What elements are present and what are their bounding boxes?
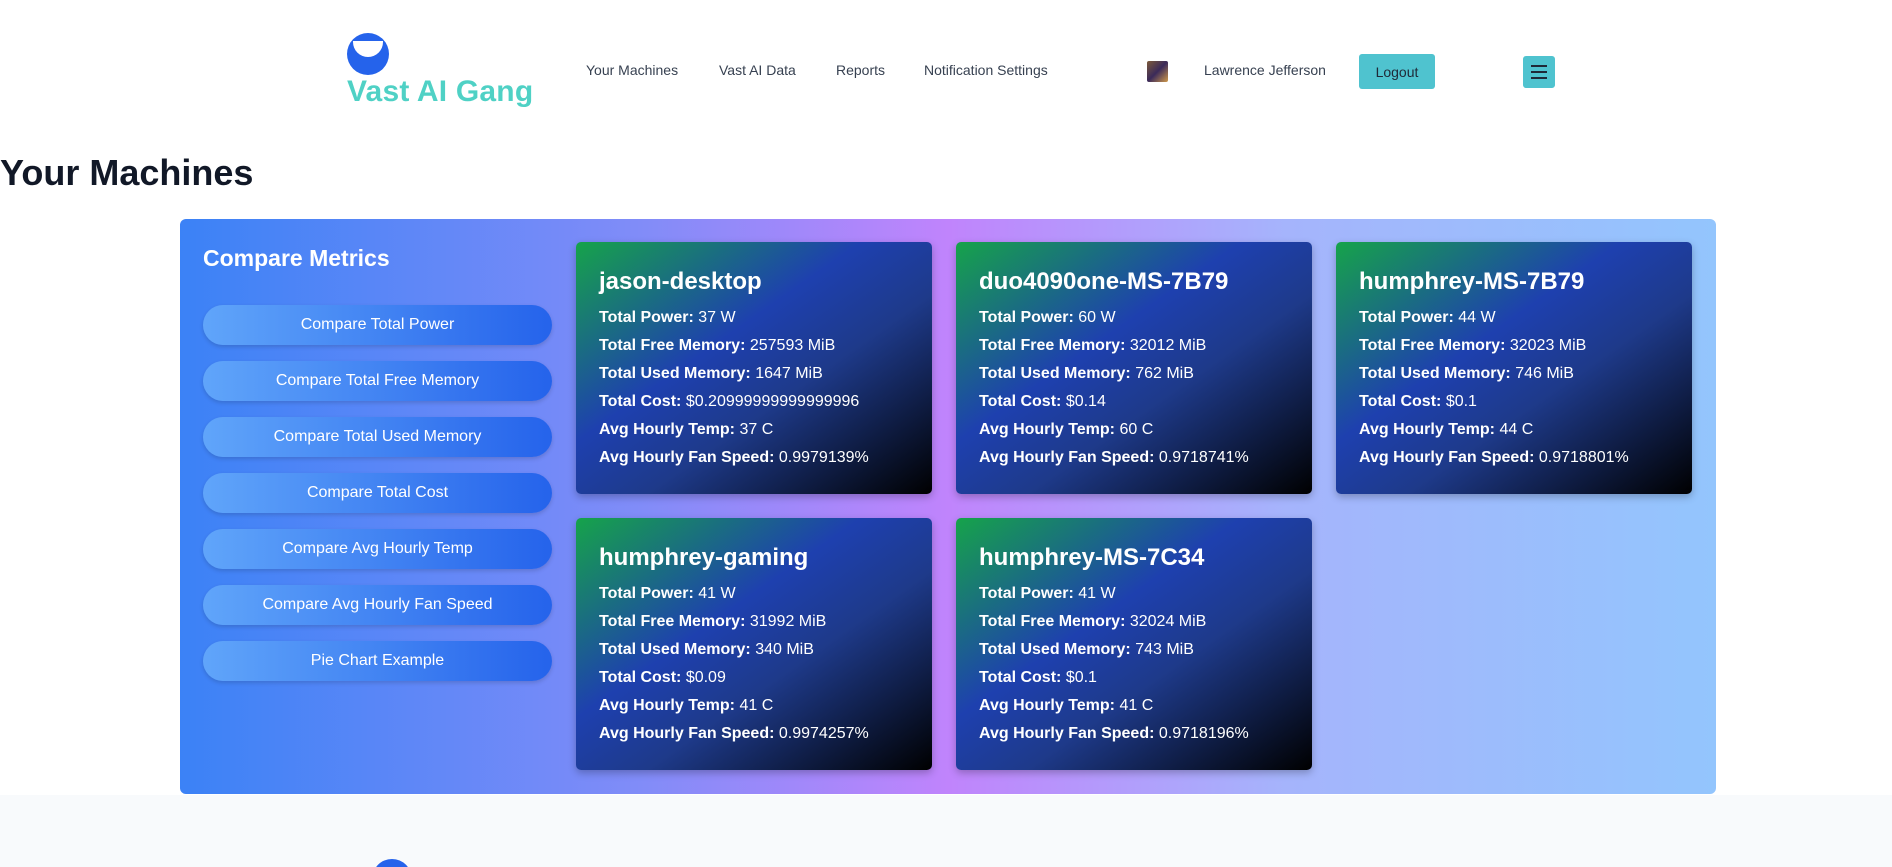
metric-total-used-memory: Total Used Memory: 743 MiB xyxy=(979,641,1194,658)
compare-metrics-title: Compare Metrics xyxy=(203,245,390,271)
metric-total-used-memory: Total Used Memory: 746 MiB xyxy=(1359,365,1574,382)
machine-name: humphrey-MS-7B79 xyxy=(1359,268,1585,295)
compare-total-power-button[interactable]: Compare Total Power xyxy=(203,305,552,345)
machine-card[interactable]: duo4090one-MS-7B79 Total Power: 60 W Tot… xyxy=(956,242,1312,494)
footer xyxy=(0,795,1892,867)
metric-total-used-memory: Total Used Memory: 762 MiB xyxy=(979,365,1194,382)
metric-avg-hourly-fan-speed: Avg Hourly Fan Speed: 0.9979139% xyxy=(599,449,869,466)
metric-avg-hourly-temp: Avg Hourly Temp: 41 C xyxy=(599,697,774,714)
brand-name: Vast AI Gang xyxy=(347,75,534,108)
metric-avg-hourly-fan-speed: Avg Hourly Fan Speed: 0.9718196% xyxy=(979,725,1249,742)
machine-name: jason-desktop xyxy=(599,268,762,295)
metric-total-power: Total Power: 37 W xyxy=(599,309,736,326)
machine-card[interactable]: humphrey-MS-7B79 Total Power: 44 W Total… xyxy=(1336,242,1692,494)
logo-icon xyxy=(347,33,389,75)
compare-avg-hourly-fan-speed-button[interactable]: Compare Avg Hourly Fan Speed xyxy=(203,585,552,625)
nav-link-reports[interactable]: Reports xyxy=(836,62,885,78)
metrics-panel: Compare Metrics Compare Total Power Comp… xyxy=(180,219,1716,794)
metric-total-used-memory: Total Used Memory: 1647 MiB xyxy=(599,365,823,382)
machine-card[interactable]: humphrey-gaming Total Power: 41 W Total … xyxy=(576,518,932,770)
machine-name: humphrey-gaming xyxy=(599,544,809,571)
metric-total-free-memory: Total Free Memory: 32023 MiB xyxy=(1359,337,1587,354)
metric-total-cost: Total Cost: $0.1 xyxy=(1359,393,1477,410)
footer-logo-icon xyxy=(372,859,412,867)
machine-card[interactable]: humphrey-MS-7C34 Total Power: 41 W Total… xyxy=(956,518,1312,770)
pie-chart-example-button[interactable]: Pie Chart Example xyxy=(203,641,552,681)
machine-card[interactable]: jason-desktop Total Power: 37 W Total Fr… xyxy=(576,242,932,494)
compare-total-cost-button[interactable]: Compare Total Cost xyxy=(203,473,552,513)
page-title: Your Machines xyxy=(0,152,254,193)
metric-total-power: Total Power: 41 W xyxy=(979,585,1116,602)
metric-avg-hourly-temp: Avg Hourly Temp: 60 C xyxy=(979,421,1154,438)
metric-avg-hourly-fan-speed: Avg Hourly Fan Speed: 0.9974257% xyxy=(599,725,869,742)
metric-total-free-memory: Total Free Memory: 32024 MiB xyxy=(979,613,1207,630)
metric-total-cost: Total Cost: $0.20999999999999996 xyxy=(599,393,860,410)
compare-total-used-memory-button[interactable]: Compare Total Used Memory xyxy=(203,417,552,457)
compare-total-free-memory-button[interactable]: Compare Total Free Memory xyxy=(203,361,552,401)
metric-total-power: Total Power: 44 W xyxy=(1359,309,1496,326)
metric-total-cost: Total Cost: $0.1 xyxy=(979,669,1097,686)
metric-avg-hourly-fan-speed: Avg Hourly Fan Speed: 0.9718741% xyxy=(979,449,1249,466)
user-name: Lawrence Jefferson xyxy=(1204,62,1326,78)
avatar[interactable] xyxy=(1147,61,1168,82)
compare-avg-hourly-temp-button[interactable]: Compare Avg Hourly Temp xyxy=(203,529,552,569)
metric-total-free-memory: Total Free Memory: 257593 MiB xyxy=(599,337,836,354)
metric-total-cost: Total Cost: $0.14 xyxy=(979,393,1106,410)
nav-link-notification-settings[interactable]: Notification Settings xyxy=(924,62,1048,78)
metric-total-power: Total Power: 41 W xyxy=(599,585,736,602)
metric-total-cost: Total Cost: $0.09 xyxy=(599,669,726,686)
menu-icon-bar xyxy=(1531,71,1547,73)
metric-total-free-memory: Total Free Memory: 32012 MiB xyxy=(979,337,1207,354)
metric-total-power: Total Power: 60 W xyxy=(979,309,1116,326)
logout-button[interactable]: Logout xyxy=(1359,54,1435,89)
page: Vast AI Gang Your Machines Vast AI Data … xyxy=(0,0,1892,867)
menu-icon-bar xyxy=(1531,77,1547,79)
machine-name: humphrey-MS-7C34 xyxy=(979,544,1205,571)
metric-total-free-memory: Total Free Memory: 31992 MiB xyxy=(599,613,827,630)
hamburger-menu-button[interactable] xyxy=(1523,56,1555,88)
machine-name: duo4090one-MS-7B79 xyxy=(979,268,1229,295)
metric-total-used-memory: Total Used Memory: 340 MiB xyxy=(599,641,814,658)
metric-avg-hourly-temp: Avg Hourly Temp: 37 C xyxy=(599,421,774,438)
metric-avg-hourly-fan-speed: Avg Hourly Fan Speed: 0.9718801% xyxy=(1359,449,1629,466)
metric-avg-hourly-temp: Avg Hourly Temp: 41 C xyxy=(979,697,1154,714)
nav-link-vast-ai-data[interactable]: Vast AI Data xyxy=(719,62,796,78)
metric-avg-hourly-temp: Avg Hourly Temp: 44 C xyxy=(1359,421,1534,438)
nav-link-your-machines[interactable]: Your Machines xyxy=(586,62,678,78)
top-navbar: Vast AI Gang Your Machines Vast AI Data … xyxy=(0,0,1892,140)
menu-icon-bar xyxy=(1531,65,1547,67)
